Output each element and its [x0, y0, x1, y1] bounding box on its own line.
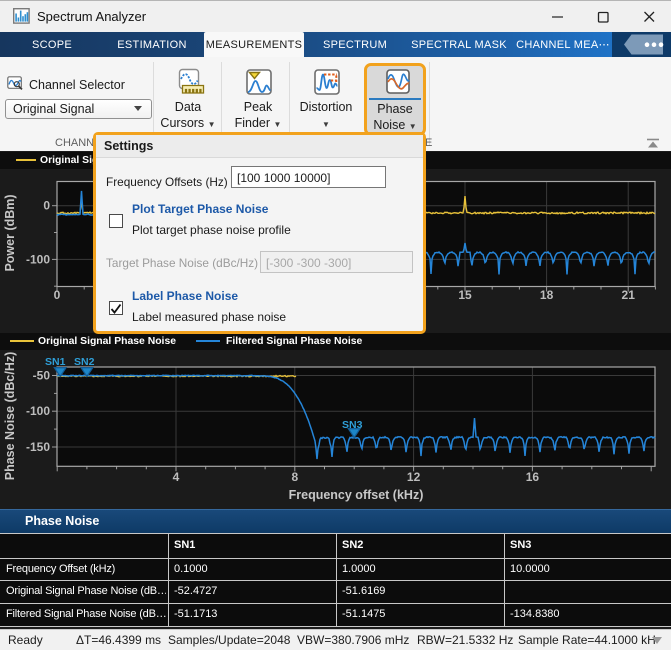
svg-text:8: 8 [291, 470, 298, 484]
svg-text:-150: -150 [26, 440, 50, 454]
svg-text:-100: -100 [26, 252, 50, 266]
svg-text:4: 4 [173, 470, 180, 484]
svg-text:21: 21 [622, 288, 636, 302]
svg-text:SN3: SN3 [342, 419, 363, 431]
svg-text:SN1: SN1 [45, 356, 66, 368]
svg-text:18: 18 [540, 288, 554, 302]
svg-text:0: 0 [54, 288, 61, 302]
svg-text:15: 15 [458, 288, 472, 302]
svg-text:-50: -50 [33, 369, 51, 383]
svg-text:SN2: SN2 [74, 356, 95, 368]
svg-text:Phase Noise (dBc/Hz): Phase Noise (dBc/Hz) [3, 352, 17, 481]
svg-text:12: 12 [407, 470, 421, 484]
svg-text:Frequency offset (kHz): Frequency offset (kHz) [289, 488, 424, 502]
svg-text:0: 0 [43, 199, 50, 213]
svg-text:Power (dBm): Power (dBm) [3, 194, 17, 271]
svg-text:16: 16 [526, 470, 540, 484]
svg-text:-100: -100 [26, 404, 50, 418]
